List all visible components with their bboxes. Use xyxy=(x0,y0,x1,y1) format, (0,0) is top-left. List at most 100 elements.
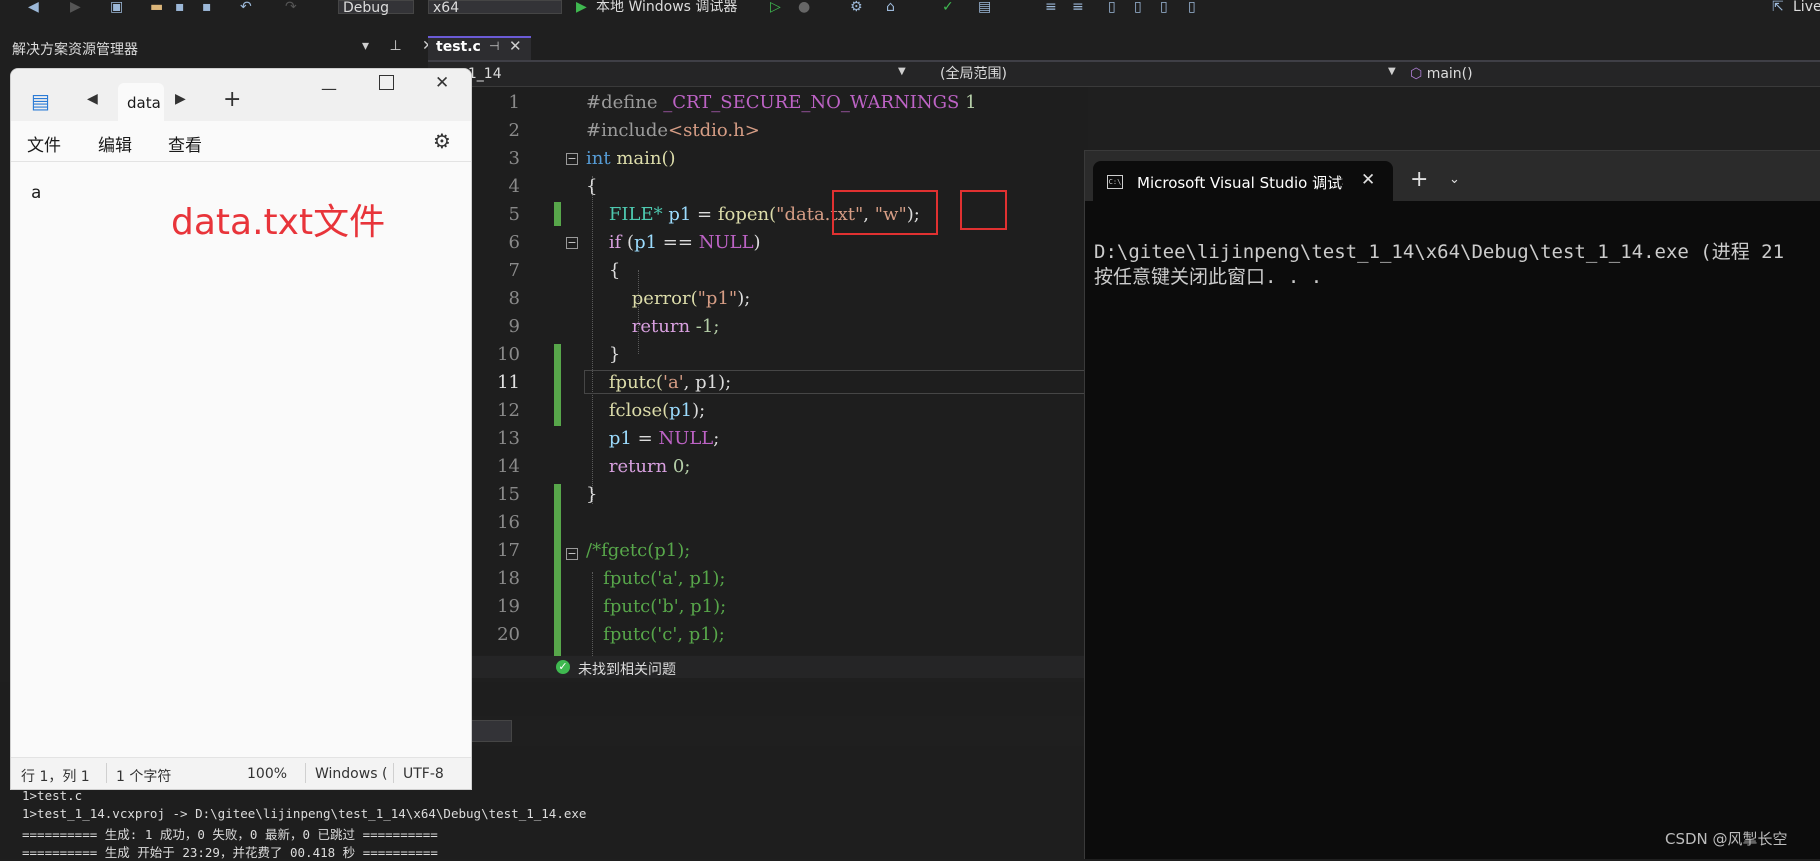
tab-scroll-right-icon[interactable]: ▶ xyxy=(175,91,186,107)
outdent-icon[interactable]: ≡ xyxy=(1072,0,1084,14)
close-icon[interactable]: ✕ xyxy=(509,37,522,55)
code-line: fclose(p1); xyxy=(586,400,705,421)
notepad-window: ▤ ◀ data ▶ + — ✕ 文件 编辑 查看 ⚙ a data.txt文件… xyxy=(10,68,472,790)
indent-icon[interactable]: ≡ xyxy=(1045,0,1057,14)
code-line: } xyxy=(586,344,620,365)
back-icon[interactable]: ◀ xyxy=(28,0,39,14)
run-debugger-button[interactable]: 本地 Windows 调试器 xyxy=(596,0,737,14)
config-select[interactable]: Debug xyxy=(338,0,414,16)
tab-label: test.c xyxy=(436,39,481,55)
live-share-button[interactable]: Live xyxy=(1793,0,1820,14)
tools-icon[interactable]: ⚙ xyxy=(850,0,863,14)
change-indicator xyxy=(554,202,561,226)
editor-status-bar xyxy=(428,656,1088,678)
indent-guide xyxy=(592,176,593,504)
code-line: fputc('a', p1); xyxy=(586,372,731,393)
brace: } xyxy=(608,344,621,365)
preprocessor-directive: #define xyxy=(586,92,658,113)
cursor-position: 行 1，列 1 xyxy=(21,769,90,785)
new-project-icon[interactable]: ▣ xyxy=(110,0,123,14)
spellcheck-icon[interactable]: ✓ xyxy=(942,0,954,14)
collapse-icon[interactable]: − xyxy=(566,153,578,165)
bookmark-next-icon[interactable]: ▯ xyxy=(1160,0,1168,14)
code-line: p1 = NULL; xyxy=(586,428,719,449)
code-line: { xyxy=(586,176,597,197)
annotation-label: data.txt文件 xyxy=(171,202,386,243)
highlight-box xyxy=(832,190,938,235)
collapse-icon[interactable]: − xyxy=(566,237,578,249)
live-share-icon[interactable]: ⇱ xyxy=(1772,0,1784,14)
check-circle-icon: ✓ xyxy=(556,660,570,674)
char-count: 1 个字符 xyxy=(116,769,172,785)
collapse-icon[interactable]: − xyxy=(566,548,578,560)
chevron-down-icon[interactable]: ▼ xyxy=(898,66,906,77)
new-tab-icon[interactable]: + xyxy=(223,87,241,112)
code-line: } xyxy=(586,484,597,505)
status-divider xyxy=(393,763,394,783)
close-icon[interactable]: ✕ xyxy=(1361,170,1375,190)
chevron-down-icon[interactable]: ⌄ xyxy=(1449,172,1460,187)
terminal-icon: C:\ xyxy=(1107,175,1123,189)
string-literal: "p1" xyxy=(697,288,738,309)
run-icon[interactable]: ▶ xyxy=(576,0,587,14)
new-tab-icon[interactable]: + xyxy=(1410,167,1428,192)
stop-icon[interactable]: ● xyxy=(798,0,810,14)
issues-status[interactable]: 未找到相关问题 xyxy=(578,659,676,679)
function-dropdown[interactable]: ⬡ main() xyxy=(1410,64,1810,84)
config-value: Debug xyxy=(343,0,390,16)
watermark: CSDN @风掣长空 xyxy=(1665,830,1788,848)
method-icon: ⬡ xyxy=(1410,66,1423,82)
comment-icon[interactable]: ▤ xyxy=(978,0,991,14)
bookmark-clear-icon[interactable]: ▯ xyxy=(1188,0,1196,14)
brace: { xyxy=(586,176,598,197)
comment: fputc('b', p1); xyxy=(603,596,727,617)
variable: p1 xyxy=(668,204,692,225)
menu-edit[interactable]: 编辑 xyxy=(98,131,132,156)
tab-scroll-left-icon[interactable]: ◀ xyxy=(87,91,98,107)
menu-view[interactable]: 查看 xyxy=(168,131,202,156)
code-line: fputc('a', p1); xyxy=(586,568,725,589)
char-literal: 'a' xyxy=(663,372,684,393)
save-all-icon[interactable]: ▪ xyxy=(202,0,212,14)
bookmark-prev-icon[interactable]: ▯ xyxy=(1134,0,1142,14)
scope-dropdown[interactable]: (全局范围) xyxy=(940,64,1410,84)
menu-file[interactable]: 文件 xyxy=(27,131,61,156)
chevron-down-icon[interactable]: ▼ xyxy=(1388,66,1396,77)
notepad-tab-label: data xyxy=(127,94,161,112)
macro-name: NULL xyxy=(698,232,754,253)
maximize-icon[interactable] xyxy=(379,75,394,90)
redo-icon[interactable]: ↷ xyxy=(285,0,297,14)
scope-value: (全局范围) xyxy=(940,66,1007,82)
operator: = xyxy=(697,204,713,225)
console-output-line: 按任意键关闭此窗口. . . xyxy=(1094,266,1323,288)
indent-guide xyxy=(638,270,639,354)
settings-icon[interactable]: ⚙ xyxy=(433,129,451,153)
home-icon[interactable]: ⌂ xyxy=(886,0,895,14)
project-dropdown[interactable]: test_1_14 xyxy=(434,64,904,84)
forward-icon[interactable]: ▶ xyxy=(70,0,81,14)
number-literal: 0; xyxy=(672,456,691,477)
variable: p1 xyxy=(634,232,658,253)
save-icon[interactable]: ▪ xyxy=(175,0,185,14)
status-divider xyxy=(106,763,107,783)
variable: p1 xyxy=(608,428,632,449)
editor-tab-strip xyxy=(428,36,1820,62)
brace: { xyxy=(608,260,621,281)
punctuation: ) xyxy=(753,232,761,253)
keyword: if xyxy=(608,232,622,253)
undo-icon[interactable]: ↶ xyxy=(240,0,252,14)
preprocessor-directive: #include xyxy=(586,120,669,141)
bookmark-icon[interactable]: ▯ xyxy=(1108,0,1116,14)
include-header: <stdio.h> xyxy=(668,120,760,141)
open-folder-icon[interactable]: ▬ xyxy=(150,0,163,14)
punctuation: ; xyxy=(713,428,720,449)
run-without-debug-icon[interactable]: ▷ xyxy=(770,0,781,14)
zoom-level: 100% xyxy=(247,766,288,782)
platform-select[interactable]: x64 xyxy=(428,0,562,15)
notepad-text-area[interactable] xyxy=(11,162,471,756)
output-toolbar xyxy=(428,716,1088,746)
minimize-icon[interactable]: — xyxy=(321,79,337,98)
code-line: #define _CRT_SECURE_NO_WARNINGS 1 xyxy=(586,92,977,113)
close-icon[interactable]: ✕ xyxy=(435,73,449,93)
pin-icon[interactable]: ⊣ xyxy=(489,39,499,53)
